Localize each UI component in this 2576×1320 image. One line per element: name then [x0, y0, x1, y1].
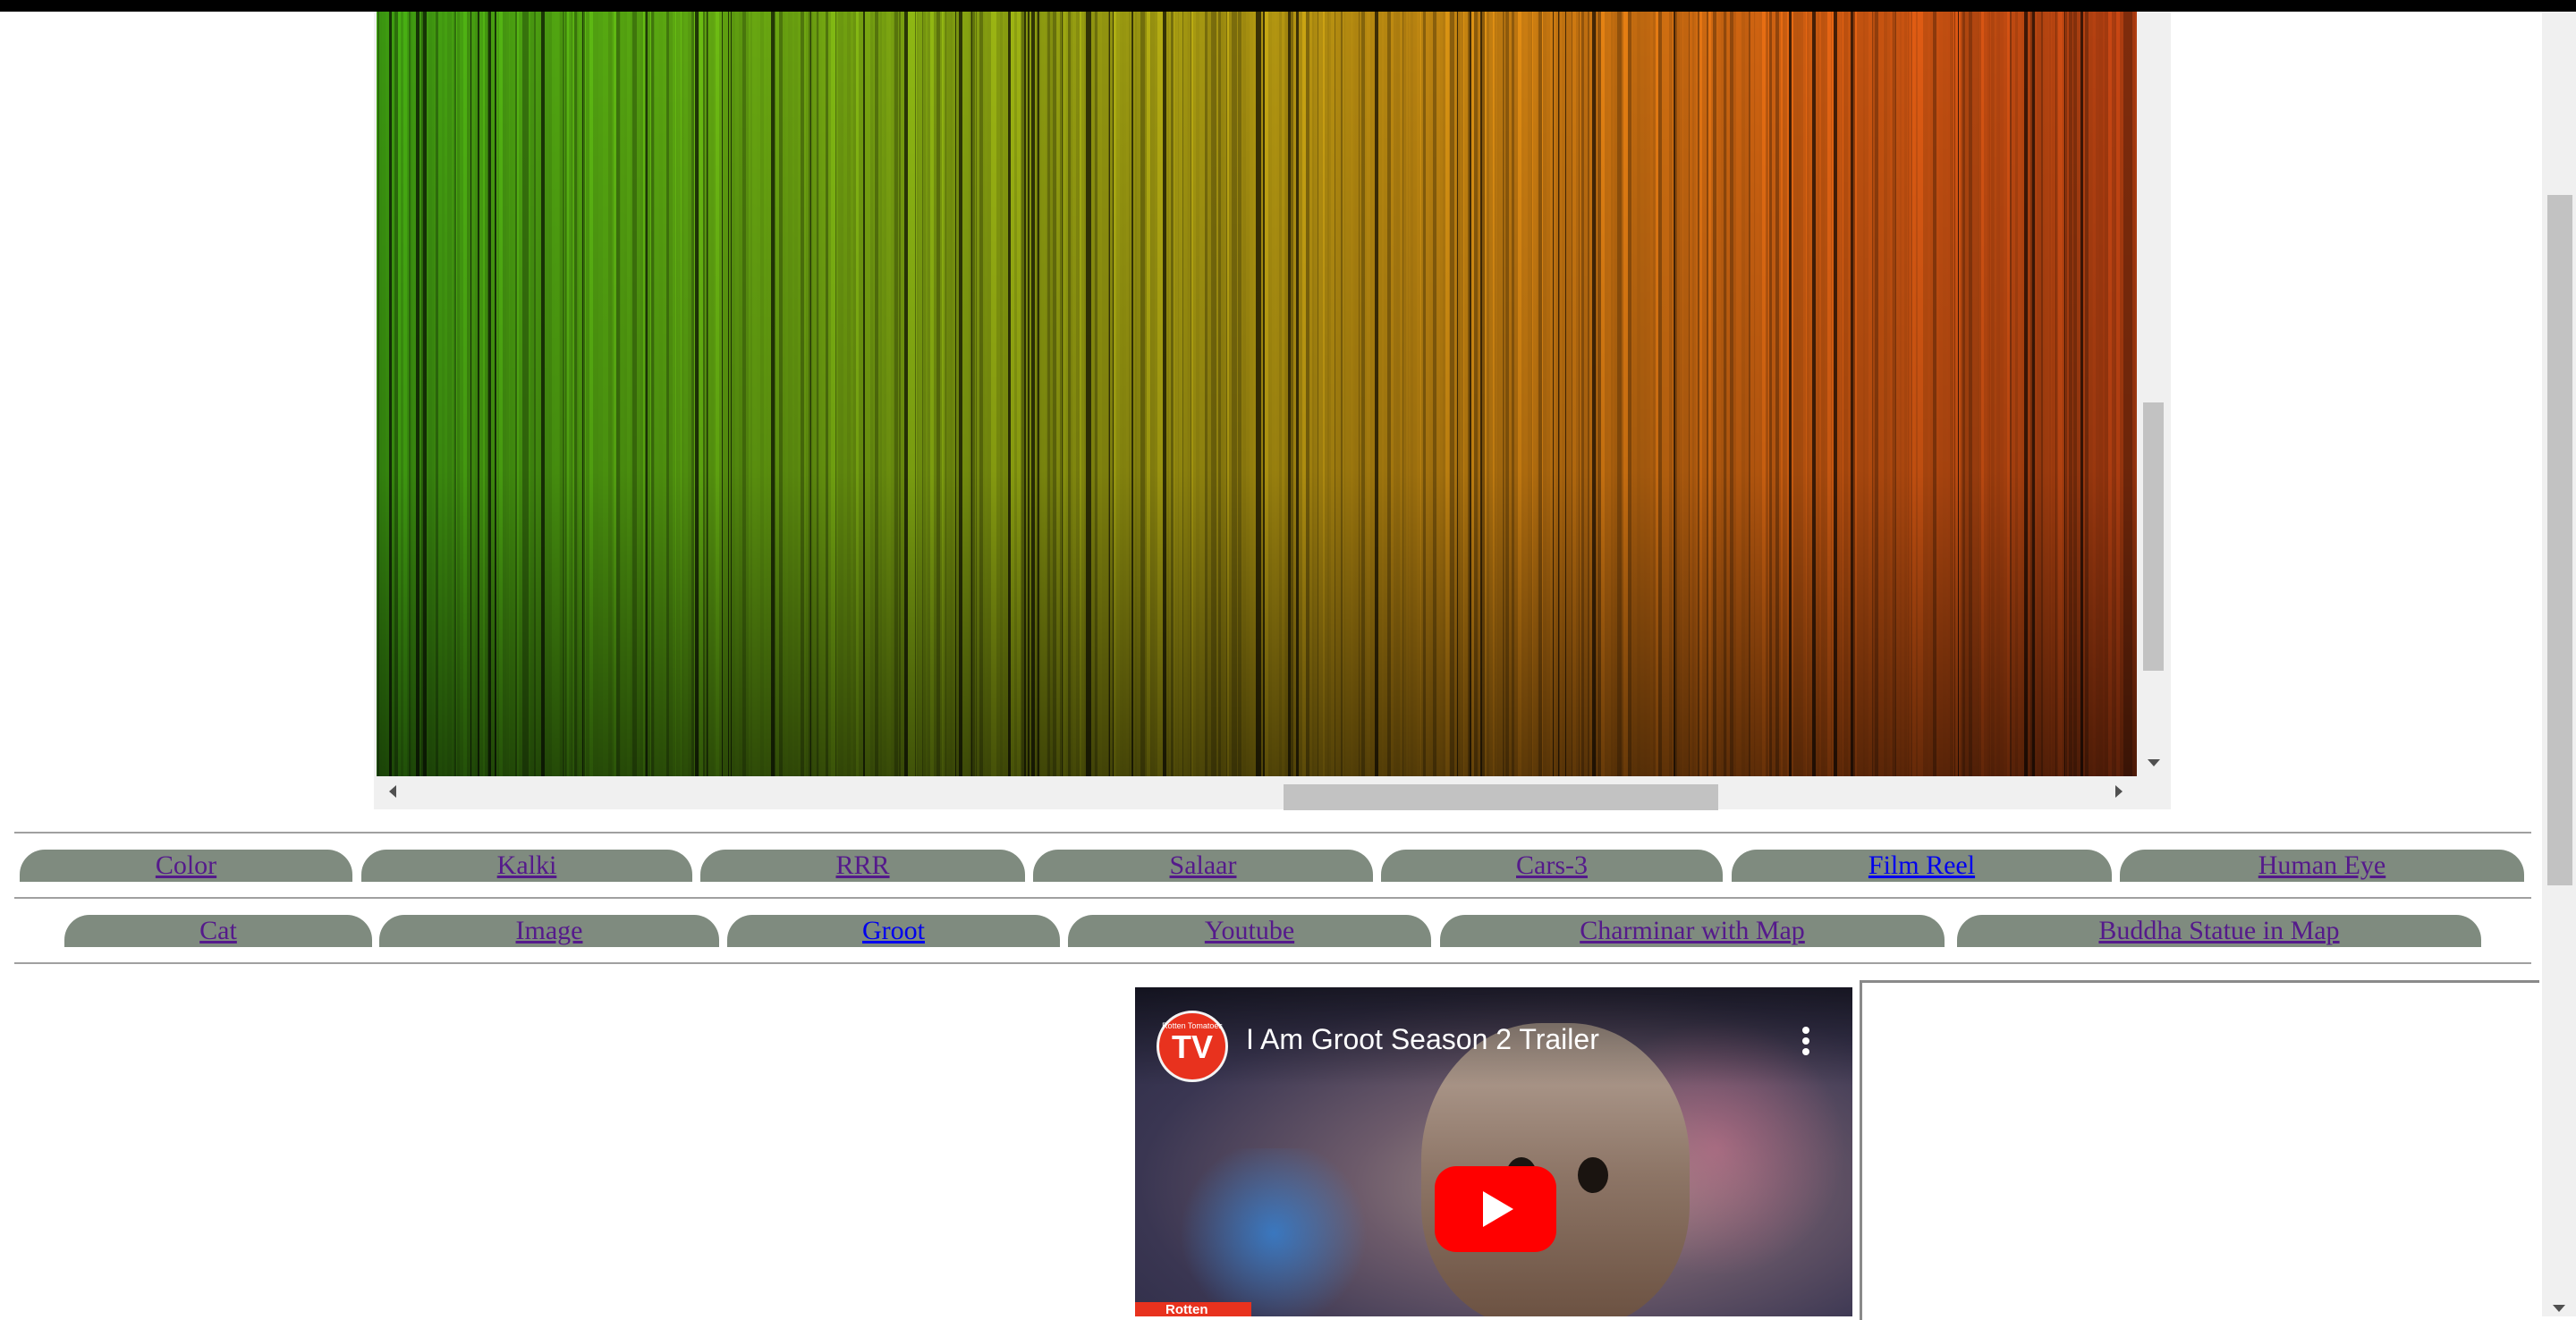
- scroll-down-arrow-icon[interactable]: [2148, 759, 2160, 766]
- nav-link-color[interactable]: Color: [20, 850, 352, 882]
- strip-vertical-scrollbar[interactable]: [2137, 12, 2168, 776]
- strip-vertical-thumb[interactable]: [2143, 402, 2164, 671]
- strip-horizontal-scrollbar[interactable]: [377, 776, 2137, 810]
- side-iframe: [1860, 980, 2539, 1320]
- nav-row-1: Color Kalki RRR Salaar Cars-3 Film Reel …: [14, 850, 2531, 885]
- nav-link-groot[interactable]: Groot: [727, 915, 1060, 947]
- page-scroll-thumb[interactable]: [2547, 195, 2572, 885]
- video-title[interactable]: I Am Groot Season 2 Trailer: [1246, 1023, 1599, 1056]
- divider-bottom: [14, 962, 2531, 964]
- page-vertical-scrollbar[interactable]: [2542, 12, 2576, 1316]
- scroll-right-arrow-icon[interactable]: [2115, 785, 2123, 798]
- nav-link-film-reel[interactable]: Film Reel: [1732, 850, 2112, 882]
- divider-middle: [14, 897, 2531, 899]
- color-strip-image: [377, 12, 2137, 776]
- color-strip-shade: [377, 12, 2137, 776]
- nav-link-human-eye[interactable]: Human Eye: [2120, 850, 2524, 882]
- channel-watermark-badge: Rotten: [1135, 1302, 1251, 1316]
- nav-link-image[interactable]: Image: [379, 915, 719, 947]
- character-eye: [1578, 1157, 1608, 1193]
- page-scroll-down-arrow-icon[interactable]: [2553, 1305, 2565, 1312]
- play-button[interactable]: [1435, 1166, 1556, 1252]
- nav-link-cat[interactable]: Cat: [64, 915, 372, 947]
- youtube-video-embed[interactable]: Rotten Tomatoes TV I Am Groot Season 2 T…: [1135, 987, 1852, 1316]
- nav-link-cars-3[interactable]: Cars-3: [1381, 850, 1723, 882]
- nav-row-2: Cat Image Groot Youtube Charminar with M…: [14, 915, 2531, 951]
- nav-link-charminar-with-map[interactable]: Charminar with Map: [1440, 915, 1945, 947]
- divider-top: [14, 832, 2531, 833]
- nav-link-youtube[interactable]: Youtube: [1068, 915, 1431, 947]
- channel-logo-tv-text: TV: [1171, 1028, 1213, 1065]
- nav-link-salaar[interactable]: Salaar: [1033, 850, 1373, 882]
- nav-link-kalki[interactable]: Kalki: [361, 850, 692, 882]
- video-background-glow: [1171, 1148, 1377, 1316]
- color-strip-svg: [377, 12, 2137, 776]
- channel-avatar[interactable]: Rotten Tomatoes TV: [1157, 1011, 1228, 1082]
- more-options-icon[interactable]: [1797, 1027, 1815, 1062]
- nav-link-rrr[interactable]: RRR: [700, 850, 1025, 882]
- strip-horizontal-thumb[interactable]: [1284, 784, 1718, 810]
- nav-link-buddha-statue-in-map[interactable]: Buddha Statue in Map: [1957, 915, 2481, 947]
- top-edge-bar: [0, 0, 2576, 12]
- color-strip-scroll-box[interactable]: [374, 12, 2171, 810]
- scroll-left-arrow-icon[interactable]: [389, 785, 396, 798]
